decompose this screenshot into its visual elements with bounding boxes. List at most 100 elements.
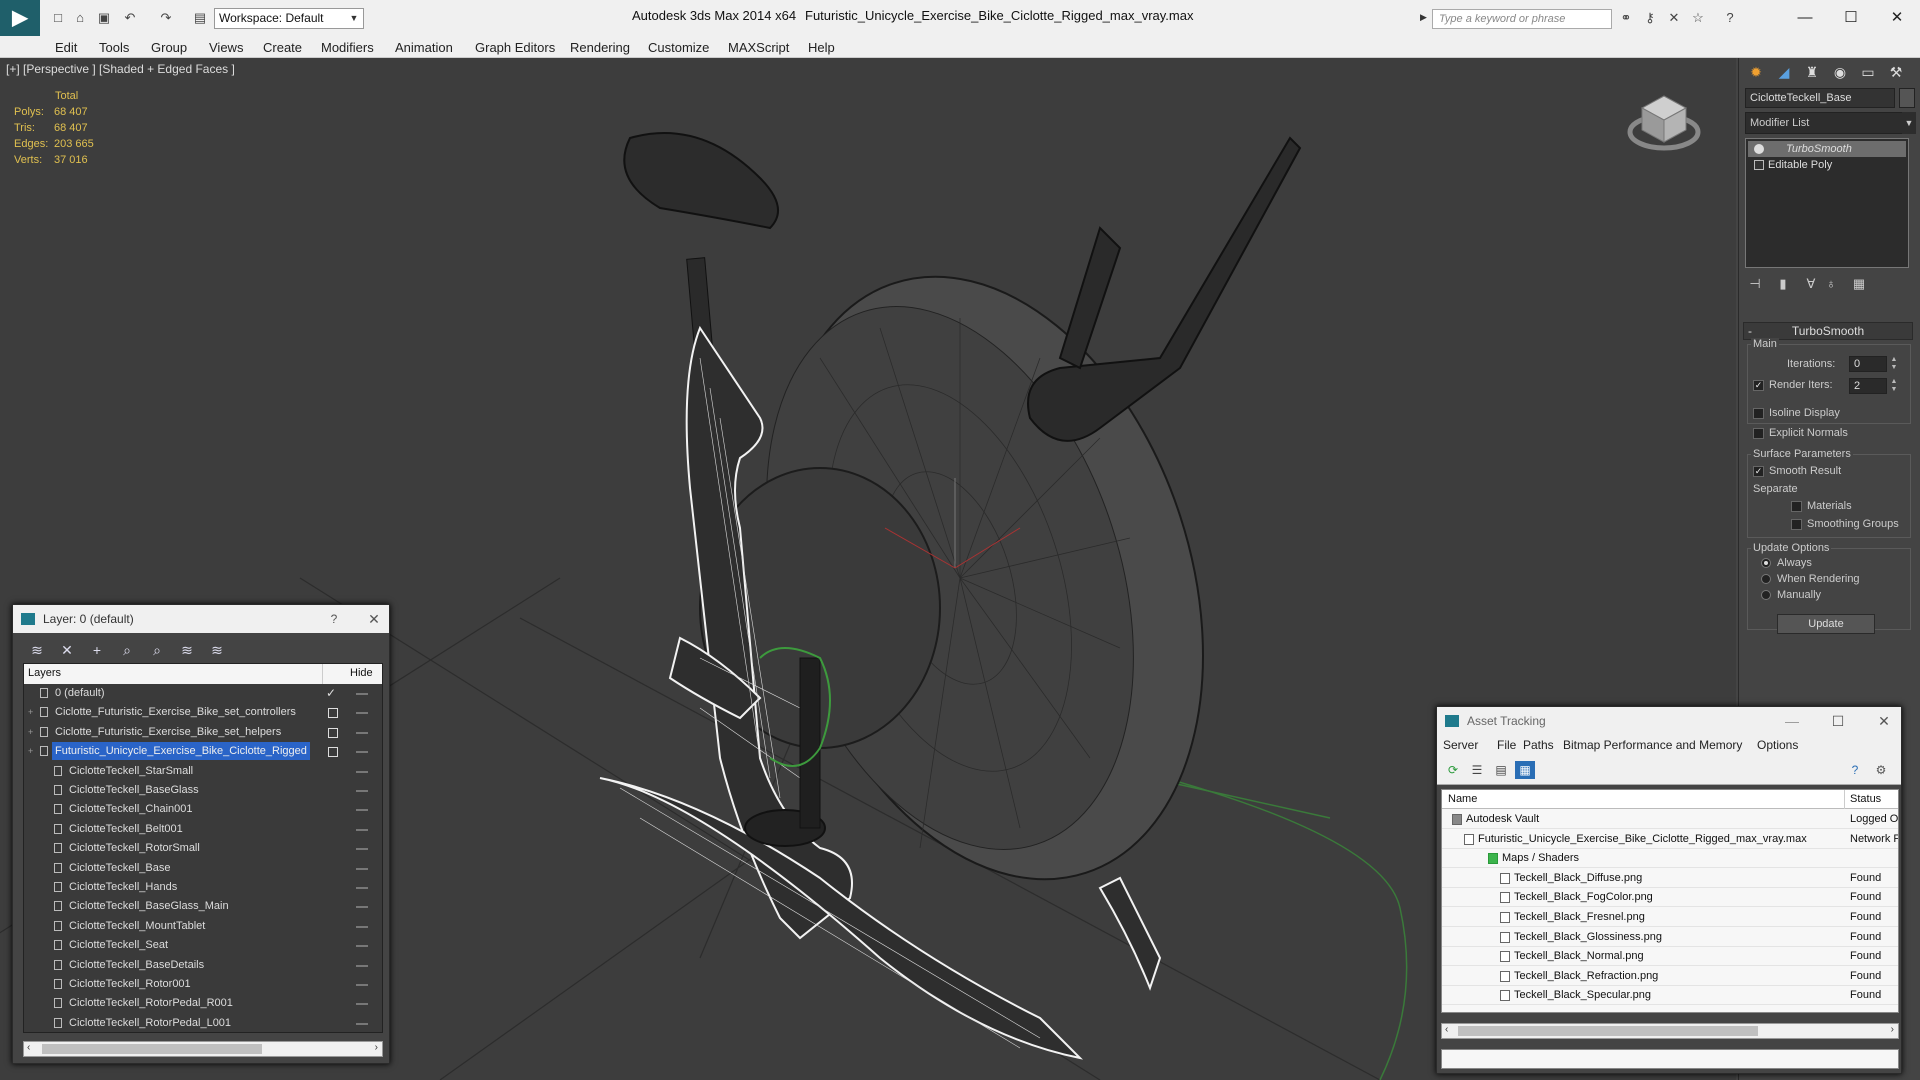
layer-row[interactable]: 0 (default) ✓ — [24, 684, 382, 703]
add-selection-icon[interactable]: + — [85, 639, 109, 661]
menu-help[interactable]: Help — [808, 40, 835, 55]
layer-row[interactable]: CiclotteTeckell_Base — [24, 859, 382, 878]
layer-row[interactable]: CiclotteTeckell_RotorPedal_L001 — [24, 1014, 382, 1033]
explicit-normals-checkbox[interactable] — [1753, 428, 1764, 439]
hide-toggle-icon[interactable] — [356, 887, 368, 889]
asset-row[interactable]: Teckell_Black_Fresnel.png Found — [1442, 908, 1898, 927]
minimize-icon[interactable]: — — [1782, 4, 1828, 32]
layer-row[interactable]: CiclotteTeckell_BaseGlass_Main — [24, 897, 382, 916]
asset-row[interactable]: Teckell_Black_FogColor.png Found — [1442, 888, 1898, 908]
scrollbar-thumb[interactable] — [42, 1044, 262, 1054]
asset-menu-file[interactable]: File — [1497, 738, 1516, 752]
app-logo-icon[interactable]: ▶ — [0, 0, 40, 36]
scroll-left-icon[interactable]: ‹ — [1445, 1024, 1448, 1035]
layer-row[interactable]: CiclotteTeckell_BaseDetails — [24, 956, 382, 975]
layer-row[interactable]: CiclotteTeckell_RotorSmall — [24, 839, 382, 858]
layer-row[interactable]: CiclotteTeckell_StarSmall — [24, 762, 382, 781]
menu-edit[interactable]: Edit — [55, 40, 77, 55]
isoline-checkbox[interactable] — [1753, 408, 1764, 419]
object-color-swatch[interactable] — [1899, 88, 1915, 108]
hide-toggle-icon[interactable] — [356, 751, 368, 754]
layer-row[interactable]: CiclotteTeckell_Rotor001 — [24, 975, 382, 994]
menu-customize[interactable]: Customize — [648, 40, 709, 55]
horizontal-scrollbar[interactable]: ‹ › — [23, 1041, 383, 1057]
hide-toggle-icon[interactable] — [356, 828, 368, 831]
asset-menu-server[interactable]: Server — [1443, 738, 1478, 752]
key-icon[interactable]: ⚷ — [1640, 8, 1660, 28]
hide-toggle-icon[interactable] — [356, 964, 368, 967]
list-view-icon[interactable]: ☰ — [1467, 761, 1487, 779]
smooth-result-checkbox[interactable]: ✓ — [1753, 466, 1764, 477]
scroll-right-icon[interactable]: › — [1891, 1024, 1894, 1035]
scrollbar-thumb[interactable] — [1458, 1026, 1758, 1036]
asset-menu-paths[interactable]: Paths — [1523, 738, 1554, 752]
render-iters-spinner[interactable]: 2 — [1849, 378, 1887, 394]
project-folder-icon[interactable]: ▤ — [190, 8, 210, 28]
menu-tools[interactable]: Tools — [99, 40, 129, 55]
favorites-icon[interactable]: ☆ — [1688, 8, 1708, 28]
hide-toggle-icon[interactable] — [356, 906, 368, 909]
layer-row[interactable]: CiclotteTeckell_Hands — [24, 878, 382, 897]
hide-toggle-icon[interactable] — [356, 731, 368, 734]
asset-row[interactable]: Teckell_Black_Glossiness.png Found — [1442, 928, 1898, 947]
pin-stack-icon[interactable]: ⊣ — [1745, 274, 1765, 294]
undo-icon[interactable]: ↶ — [120, 8, 140, 28]
binoculars-icon[interactable]: ⚭ — [1616, 8, 1636, 28]
menu-modifiers[interactable]: Modifiers — [321, 40, 374, 55]
asset-row[interactable]: Maps / Shaders — [1442, 849, 1898, 869]
layer-row[interactable]: CiclotteTeckell_Chain001 — [24, 800, 382, 819]
expand-icon[interactable]: + — [28, 742, 33, 761]
scroll-right-icon[interactable]: › — [375, 1042, 378, 1053]
always-radio[interactable] — [1761, 558, 1771, 568]
close-icon[interactable]: ✕ — [1874, 4, 1920, 32]
create-layer-icon[interactable]: ≋ — [25, 639, 49, 661]
hide-toggle-icon[interactable] — [356, 867, 368, 870]
smoothing-groups-checkbox[interactable] — [1791, 519, 1802, 530]
layer-visibility-icon[interactable] — [328, 708, 338, 719]
layer-row[interactable]: CiclotteTeckell_RotorPedal_R001 — [24, 994, 382, 1013]
layer-row[interactable]: CiclotteTeckell_MountTablet — [24, 917, 382, 936]
show-end-result-icon[interactable]: ▮ — [1773, 274, 1793, 294]
viewcube-icon[interactable] — [1626, 88, 1702, 158]
close-icon[interactable]: ✕ — [359, 605, 389, 633]
select-objects-icon[interactable]: ⌕ — [115, 639, 139, 661]
workspace-select[interactable]: Workspace: Default — [214, 8, 364, 29]
modify-tab-icon[interactable]: ◢ — [1771, 60, 1797, 84]
asset-row[interactable]: Teckell_Black_Specular.png Found — [1442, 986, 1898, 1006]
settings-icon[interactable]: ⚙ — [1871, 761, 1891, 779]
hide-toggle-icon[interactable] — [356, 984, 368, 986]
hide-toggle-icon[interactable] — [356, 925, 368, 928]
spinner-arrows-icon[interactable]: ▲ ▼ — [1889, 378, 1899, 394]
stack-item-turbosmooth[interactable]: TurboSmooth — [1748, 141, 1906, 157]
spinner-arrows-icon[interactable]: ▲ ▼ — [1889, 356, 1899, 372]
help-icon[interactable]: ? — [1845, 761, 1865, 779]
stack-item-editable-poly[interactable]: Editable Poly — [1748, 157, 1906, 173]
menu-maxscript[interactable]: MAXScript — [728, 40, 789, 55]
menu-views[interactable]: Views — [209, 40, 243, 55]
layer-visibility-icon[interactable] — [328, 727, 338, 738]
hide-toggle-icon[interactable] — [356, 693, 368, 695]
asset-menu-options[interactable]: Options — [1757, 738, 1798, 752]
menu-graph-editors[interactable]: Graph Editors — [475, 40, 555, 55]
freeze-all-icon[interactable]: ≋ — [205, 639, 229, 661]
manually-radio[interactable] — [1761, 590, 1771, 600]
make-unique-icon[interactable]: ∀ — [1801, 274, 1821, 294]
menu-rendering[interactable]: Rendering — [570, 40, 630, 55]
when-rendering-radio[interactable] — [1761, 574, 1771, 584]
exchange-icon[interactable]: ✕ — [1664, 8, 1684, 28]
redo-icon[interactable]: ↷ — [156, 8, 176, 28]
iterations-spinner[interactable]: 0 — [1849, 356, 1887, 372]
render-iters-checkbox[interactable]: ✓ — [1753, 380, 1764, 391]
hide-toggle-icon[interactable] — [356, 712, 368, 715]
display-tab-icon[interactable]: ▭ — [1855, 60, 1881, 84]
menu-create[interactable]: Create — [263, 40, 302, 55]
save-file-icon[interactable]: ▣ — [94, 8, 114, 28]
delete-layer-icon[interactable]: ✕ — [55, 639, 79, 661]
hide-toggle-icon[interactable] — [356, 770, 368, 773]
asset-row[interactable]: Teckell_Black_Diffuse.png Found — [1442, 869, 1898, 888]
materials-checkbox[interactable] — [1791, 501, 1802, 512]
lightbulb-icon[interactable] — [1754, 144, 1764, 154]
refresh-icon[interactable]: ⟳ — [1443, 761, 1463, 779]
menu-group[interactable]: Group — [151, 40, 187, 55]
layers-column-header[interactable]: Layers — [28, 667, 61, 679]
